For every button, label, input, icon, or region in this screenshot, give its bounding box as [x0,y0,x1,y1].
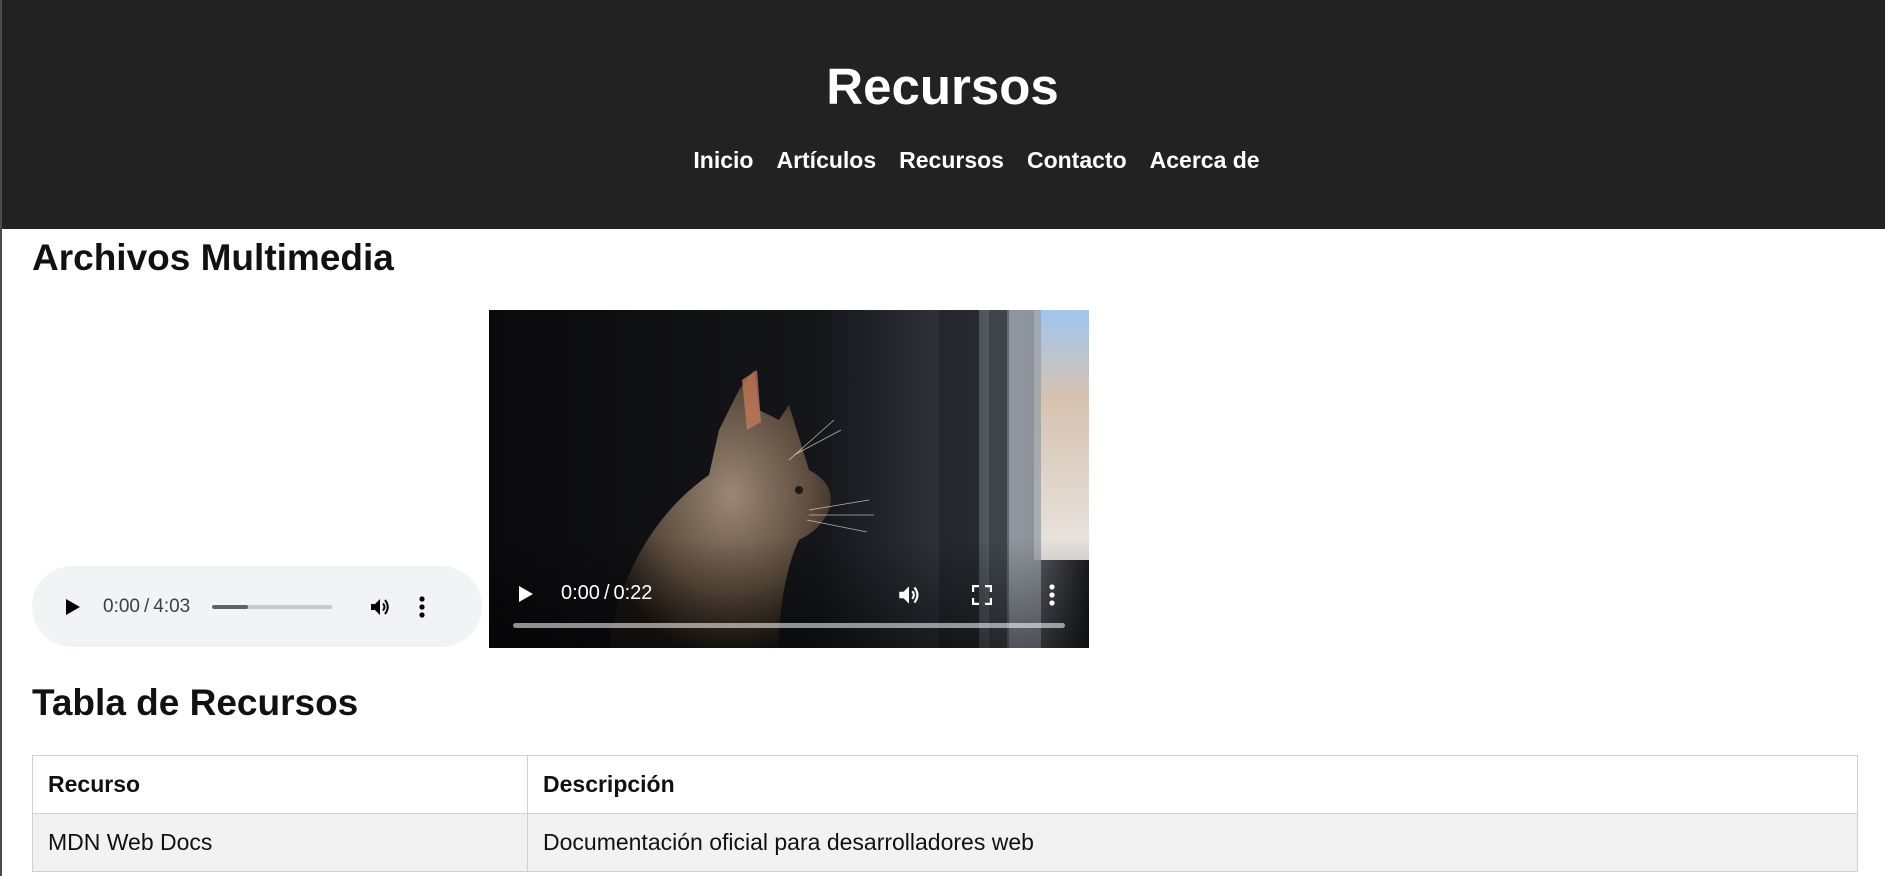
video-time-display: 0:00/0:22 [561,582,652,605]
resources-table: Recurso Descripción MDN Web Docs Documen… [32,755,1858,872]
audio-time-display: 0:00/4:03 [103,596,190,618]
audio-time-separator: / [143,595,150,617]
video-fullscreen-icon[interactable] [969,582,995,608]
table-cell-descripcion: Documentación oficial para desarrollador… [527,813,1858,872]
column-header-recurso: Recurso [32,755,528,814]
table-cell-recurso: MDN Web Docs [32,813,528,872]
video-play-icon[interactable] [515,583,537,605]
site-header: Recursos Inicio Artículos Recursos Conta… [0,0,1885,229]
audio-progress-fill [212,604,249,609]
audio-current-time: 0:00 [103,595,140,617]
video-time-separator: / [603,582,610,604]
audio-play-icon[interactable] [62,596,84,618]
video-current-time: 0:00 [561,582,600,604]
page: Recursos Inicio Artículos Recursos Conta… [0,0,1885,876]
nav-link-inicio[interactable]: Inicio [693,144,753,176]
table-row: MDN Web Docs Documentación oficial para … [32,813,1858,872]
multimedia-heading: Archivos Multimedia [32,237,394,278]
main-nav: Inicio Artículos Recursos Contacto Acerc… [0,144,1885,176]
video-more-vertical-icon[interactable] [1046,581,1058,609]
site-title: Recursos [826,58,1059,115]
video-duration: 0:22 [613,582,653,604]
audio-more-vertical-icon[interactable] [417,594,427,620]
nav-link-acerca-de[interactable]: Acerca de [1150,144,1260,176]
video-controls: 0:00/0:22 [489,538,1089,648]
audio-player: 0:00/4:03 [32,566,482,647]
table-header-row: Recurso Descripción [32,755,1858,814]
audio-duration: 4:03 [153,595,191,617]
video-volume-icon[interactable] [895,581,923,609]
nav-link-articulos[interactable]: Artículos [776,144,876,176]
video-progress-bar[interactable] [513,623,1065,628]
nav-link-recursos[interactable]: Recursos [899,144,1004,176]
audio-progress-bar[interactable] [212,604,333,609]
audio-volume-icon[interactable] [367,594,393,620]
nav-link-contacto[interactable]: Contacto [1027,144,1127,176]
video-player[interactable]: 0:00/0:22 [489,310,1089,648]
resources-table-heading: Tabla de Recursos [32,682,359,723]
column-header-descripcion: Descripción [527,755,1858,814]
window-edge [0,0,2,876]
